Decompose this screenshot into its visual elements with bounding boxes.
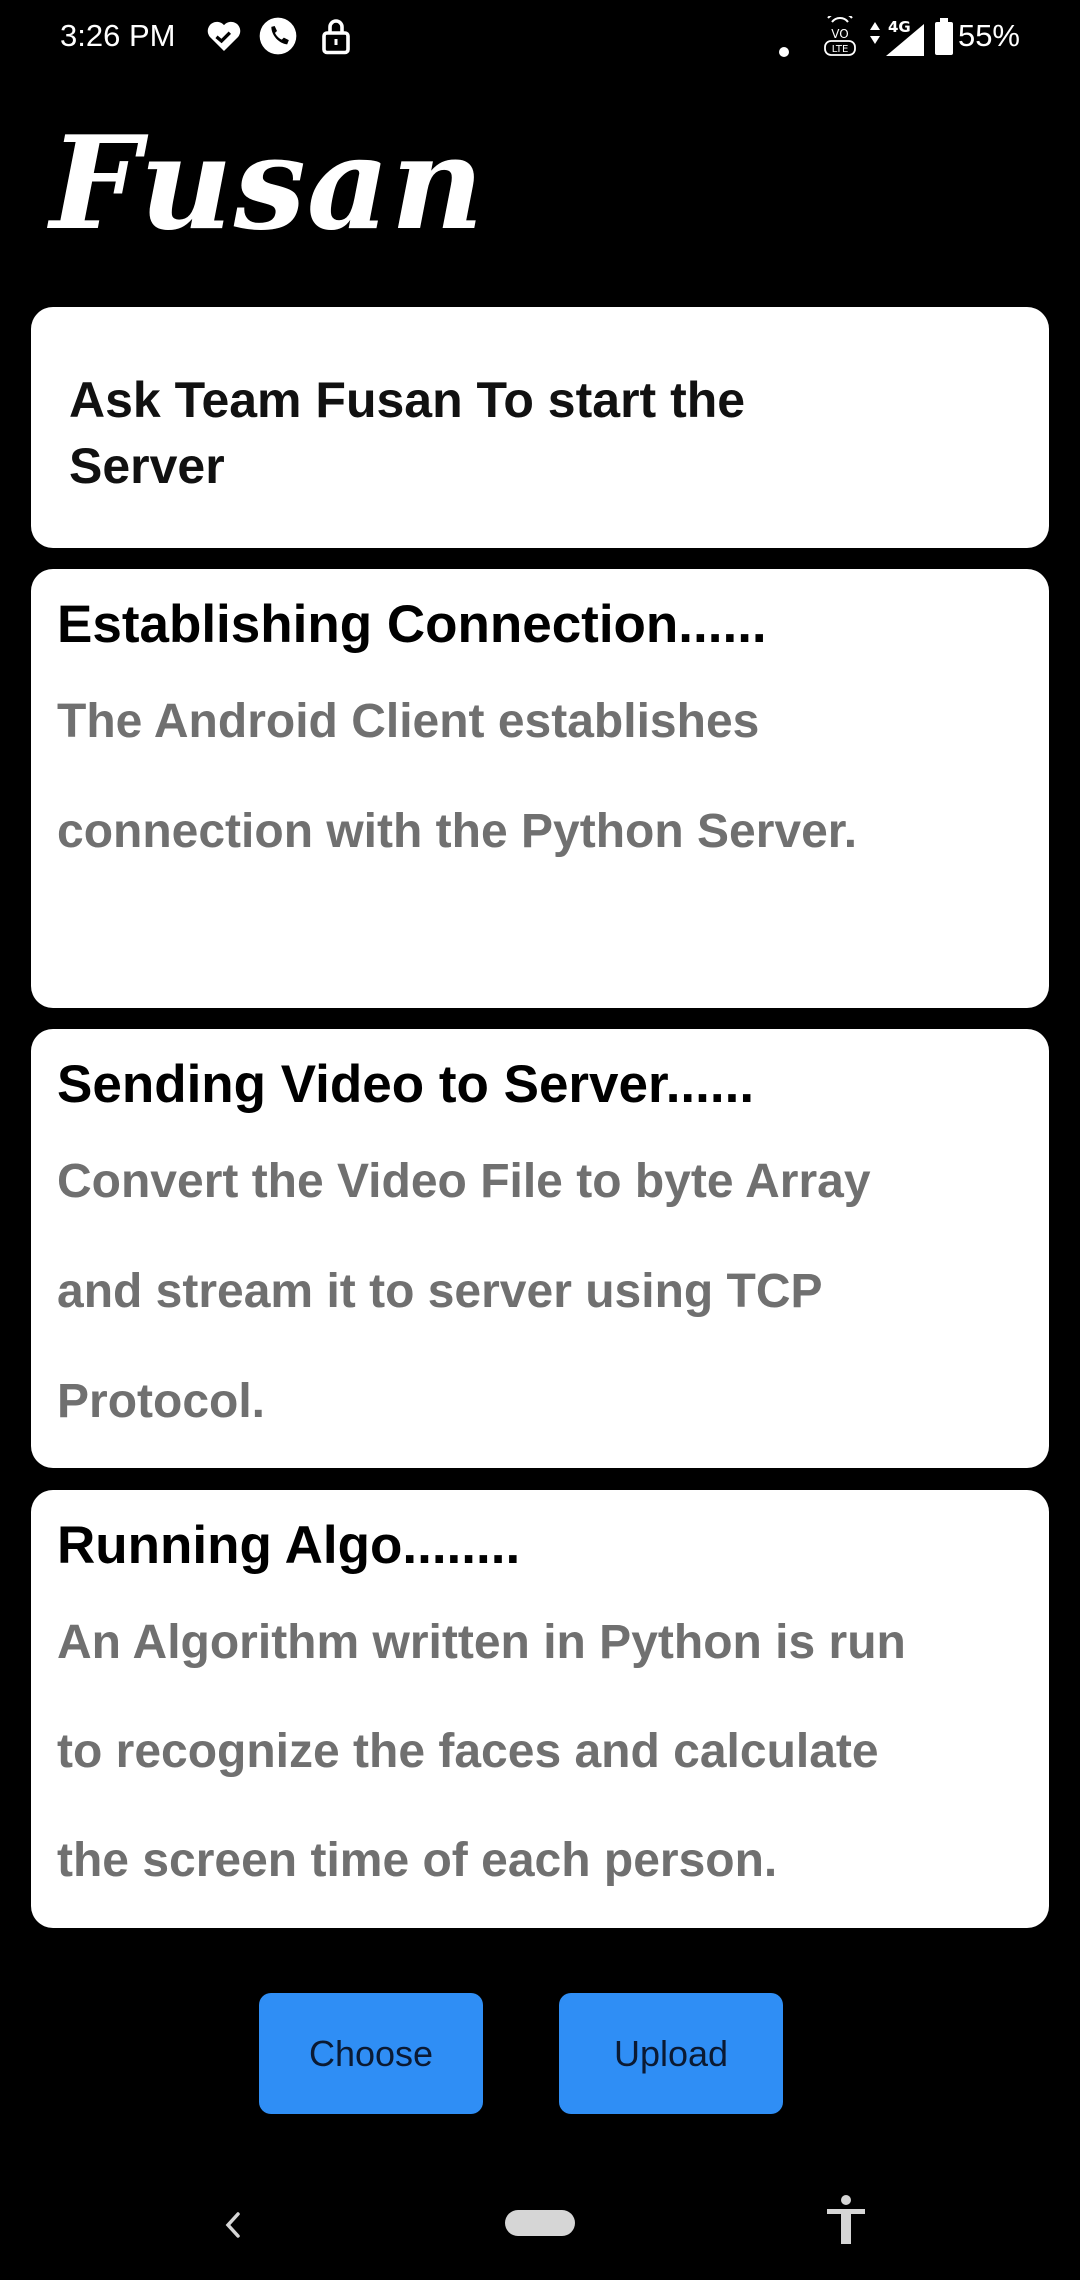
accessibility-icon[interactable] [823,2192,869,2253]
upload-button[interactable]: Upload [559,1993,783,2114]
home-pill-icon[interactable] [505,2210,575,2236]
step-card-sending-video: Sending Video to Server...... Convert th… [31,1029,1049,1468]
back-icon[interactable] [218,2200,248,2255]
lock-icon [318,16,354,64]
intro-card: Ask Team Fusan To start the Server [31,307,1049,548]
step-description: The Android Client establishes connectio… [57,695,858,858]
step-description: An Algorithm written in Python is run to… [57,1616,906,1887]
battery-icon [934,18,954,64]
step-card-running-algo: Running Algo........ An Algorithm writte… [31,1490,1049,1928]
status-bar: 3:26 PM VO LTE 4G 55% [0,0,1080,76]
navigation-bar [0,2170,1080,2280]
svg-text:4G: 4G [888,18,911,36]
phone-icon [258,16,298,64]
screen: 3:26 PM VO LTE 4G 55% Fusan Ask Team Fus… [0,0,1080,2280]
app-logo: Fusan [50,109,485,259]
signal-4g-icon: 4G [866,16,928,66]
choose-button[interactable]: Choose [259,1993,483,2114]
intro-text: Ask Team Fusan To start the Server [69,372,746,494]
svg-text:VO: VO [831,27,848,41]
volte-icon: VO LTE [822,11,858,60]
step-description: Convert the Video File to byte Array and… [57,1155,871,1428]
step-title: Running Algo........ [57,1516,521,1575]
heart-check-icon [204,16,244,64]
svg-text:LTE: LTE [832,44,849,55]
status-time: 3:26 PM [60,18,176,53]
step-card-connection: Establishing Connection...... The Androi… [31,569,1049,1008]
dot-icon [778,30,790,66]
battery-percentage: 55% [957,18,1020,53]
step-title: Establishing Connection...... [57,595,767,654]
step-title: Sending Video to Server...... [57,1055,755,1114]
